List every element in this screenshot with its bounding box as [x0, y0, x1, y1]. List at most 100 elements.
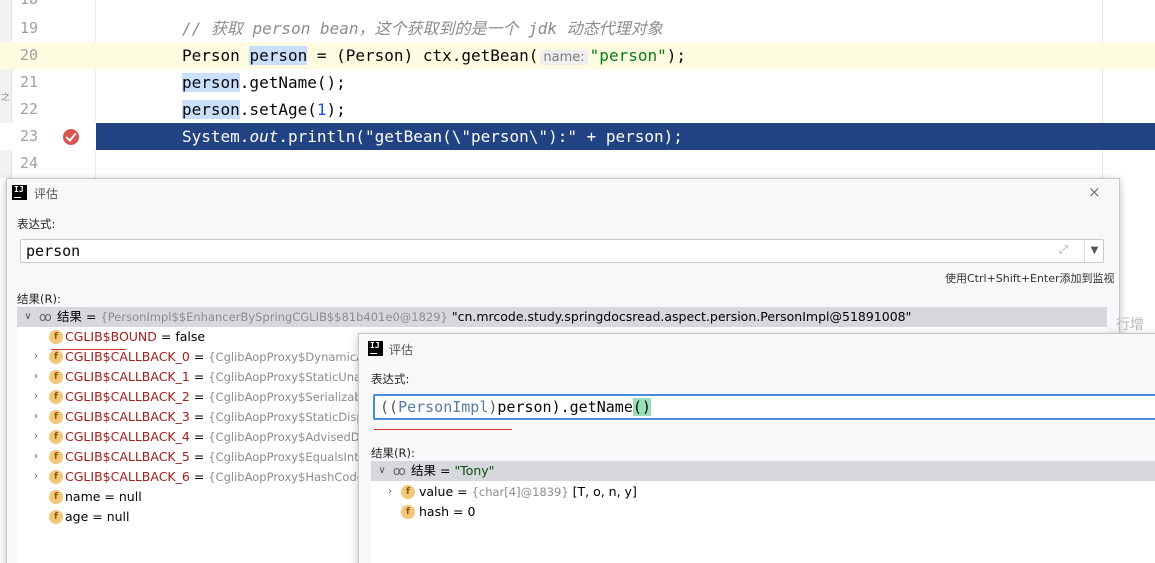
chevron-right-icon[interactable]: ›: [31, 467, 41, 487]
chevron-right-icon[interactable]: ›: [31, 367, 41, 387]
tree-row-text: name = null: [65, 487, 142, 507]
chevron-right-icon[interactable]: ›: [385, 482, 395, 502]
chevron-right-icon[interactable]: ›: [31, 427, 41, 447]
line-number: 19: [19, 19, 38, 37]
chevron-right-icon[interactable]: ›: [31, 447, 41, 467]
code-line[interactable]: 22 person.setAge(1);: [0, 96, 1155, 123]
field-type: {char[4]@1839}: [471, 485, 569, 499]
code-token: .println("getBean(\"person\"):" + person…: [278, 127, 683, 146]
history-dropdown-button[interactable]: ▼: [1084, 240, 1104, 262]
code-token: System.: [182, 127, 250, 146]
chevron-right-icon[interactable]: ›: [31, 407, 41, 427]
code-line-current[interactable]: 20 Person person = (Person) ctx.getBean(…: [0, 42, 1155, 69]
field-type: {CglibAopProxy$AdvisedDisp: [208, 430, 377, 444]
expr-paren: ((: [380, 398, 399, 416]
tree-row-text: CGLIB$CALLBACK_1 = {CglibAopProxy$Static…: [65, 367, 375, 387]
parameter-hint: name:: [540, 50, 588, 65]
field-type: {CglibAopProxy$EqualsInter: [208, 450, 371, 464]
line-number: 23: [19, 127, 38, 145]
evaluate-dialog-nested[interactable]: IJ 评估 表达式: ((PersonImpl)person).getName(…: [358, 333, 1155, 563]
chevron-right-icon[interactable]: ›: [31, 387, 41, 407]
code-text: person.setAge(1);: [182, 96, 346, 123]
field-name: CGLIB$CALLBACK_4: [65, 429, 190, 444]
intellij-logo-icon: IJ: [368, 341, 383, 356]
root-name: 结果: [411, 463, 437, 478]
expression-input[interactable]: person ⤢ ▼: [20, 239, 1104, 263]
field-name: CGLIB$CALLBACK_6: [65, 469, 190, 484]
field-type: {CglibAopProxy$HashCodeIn: [208, 470, 375, 484]
field-name: hash: [419, 504, 450, 519]
field-type: {CglibAopProxy$Serializable: [208, 390, 372, 404]
breakpoint-check-icon[interactable]: [63, 129, 79, 145]
background-side-text: 行增: [1116, 317, 1144, 333]
root-type: {PersonImpl$$EnhancerBySpringCGLIB$$81b4…: [100, 310, 448, 324]
root-value: "cn.mrcode.study.springdocsread.aspect.p…: [451, 309, 912, 324]
chevron-down-icon[interactable]: ∨: [23, 307, 33, 327]
code-line[interactable]: 19 // 获取 person bean，这个获取到的是一个 jdk 动态代理对…: [0, 15, 1155, 42]
dialog-title-bar[interactable]: IJ 评估: [359, 334, 1155, 362]
code-line-breakpoint[interactable]: 23 System.out.println("getBean(\"person\…: [0, 123, 1155, 150]
code-token-italic: out: [249, 127, 279, 146]
field-type: {CglibAopProxy$StaticUnadv: [208, 370, 376, 384]
field-type: {CglibAopProxy$StaticDispat: [208, 410, 376, 424]
code-token-highlighted: person: [182, 73, 240, 92]
tree-row-text: hash = 0: [419, 502, 475, 522]
code-token: Person: [182, 46, 250, 65]
line-number: 18: [14, 0, 38, 13]
tree-row-text: age = null: [65, 507, 130, 527]
expr-class: PersonImpl: [398, 398, 489, 416]
tree-row-text: 结果 = "Tony": [411, 461, 494, 481]
field-icon: f: [49, 350, 63, 364]
code-line[interactable]: 18: [0, 0, 1155, 13]
chevron-right-icon[interactable]: ›: [31, 347, 41, 367]
red-underline-annotation: [374, 429, 512, 430]
field-icon: f: [49, 410, 63, 424]
dialog-title-bar[interactable]: IJ 评估 ×: [7, 179, 1119, 207]
number-literal: 1: [316, 100, 327, 119]
field-name: value: [419, 484, 454, 499]
field-icon: f: [49, 390, 63, 404]
tree-row-root[interactable]: ∨ oo 结果 = "Tony": [371, 461, 1155, 481]
equals: =: [189, 389, 209, 404]
field-name: CGLIB$BOUND: [65, 329, 157, 344]
tree-row[interactable]: › f value = {char[4]@1839} [T, o, n, y]: [371, 482, 1155, 502]
tree-row-text: value = {char[4]@1839} [T, o, n, y]: [419, 482, 637, 502]
tree-row-text: CGLIB$CALLBACK_4 = {CglibAopProxy$Advise…: [65, 427, 376, 447]
string-literal: "person": [589, 46, 667, 65]
add-to-watches-hint: 使用Ctrl+Shift+Enter添加到监视: [945, 272, 1115, 285]
expression-input[interactable]: ((PersonImpl)person).getName(): [373, 394, 1155, 420]
line-number: 20: [19, 46, 38, 64]
red-underline-annotation: [51, 349, 126, 350]
tree-row-text: CGLIB$CALLBACK_5 = {CglibAopProxy$Equals…: [65, 447, 371, 467]
expression-value: person: [26, 242, 81, 260]
field-name: CGLIB$CALLBACK_2: [65, 389, 190, 404]
code-text: Person person = (Person) ctx.getBean(nam…: [182, 42, 686, 71]
expression-value: ((PersonImpl)person).getName(): [380, 398, 651, 416]
chevron-down-icon[interactable]: ∨: [377, 461, 387, 481]
field-name: age: [65, 509, 89, 524]
field-icon: f: [49, 370, 63, 384]
field-name: CGLIB$CALLBACK_5: [65, 449, 190, 464]
result-tree[interactable]: ∨ oo 结果 = "Tony" › f value = {char[4]@18…: [371, 461, 1155, 563]
expand-editor-icon[interactable]: ⤢: [1059, 243, 1068, 257]
line-number: 21: [19, 73, 38, 91]
equals: =: [436, 463, 455, 478]
code-line[interactable]: 21 person.getName();: [0, 69, 1155, 96]
field-icon: f: [49, 510, 63, 524]
intellij-logo-icon: IJ: [12, 185, 27, 200]
code-text: // 获取 person bean，这个获取到的是一个 jdk 动态代理对象: [182, 15, 663, 42]
field-icon: f: [49, 490, 63, 504]
tree-row[interactable]: f hash = 0: [371, 502, 1155, 522]
code-line[interactable]: 24: [0, 150, 1155, 177]
close-icon[interactable]: ×: [1088, 185, 1101, 200]
tree-row-text: 结果 = {PersonImpl$$EnhancerBySpringCGLIB$…: [57, 307, 911, 327]
tree-row-root[interactable]: ∨ oo 结果 = {PersonImpl$$EnhancerBySpringC…: [17, 307, 1107, 327]
equals: =: [189, 449, 209, 464]
code-editor[interactable]: 之 之 18 19 // 获取 person bean，这个获取到的是一个 jd…: [0, 0, 1155, 178]
result-label: 结果(R):: [371, 446, 415, 460]
field-name: CGLIB$CALLBACK_0: [65, 349, 190, 364]
field-icon: f: [49, 470, 63, 484]
code-token-highlighted: person: [249, 46, 308, 65]
code-text: person.getName();: [182, 69, 346, 96]
equals: =: [82, 309, 101, 324]
